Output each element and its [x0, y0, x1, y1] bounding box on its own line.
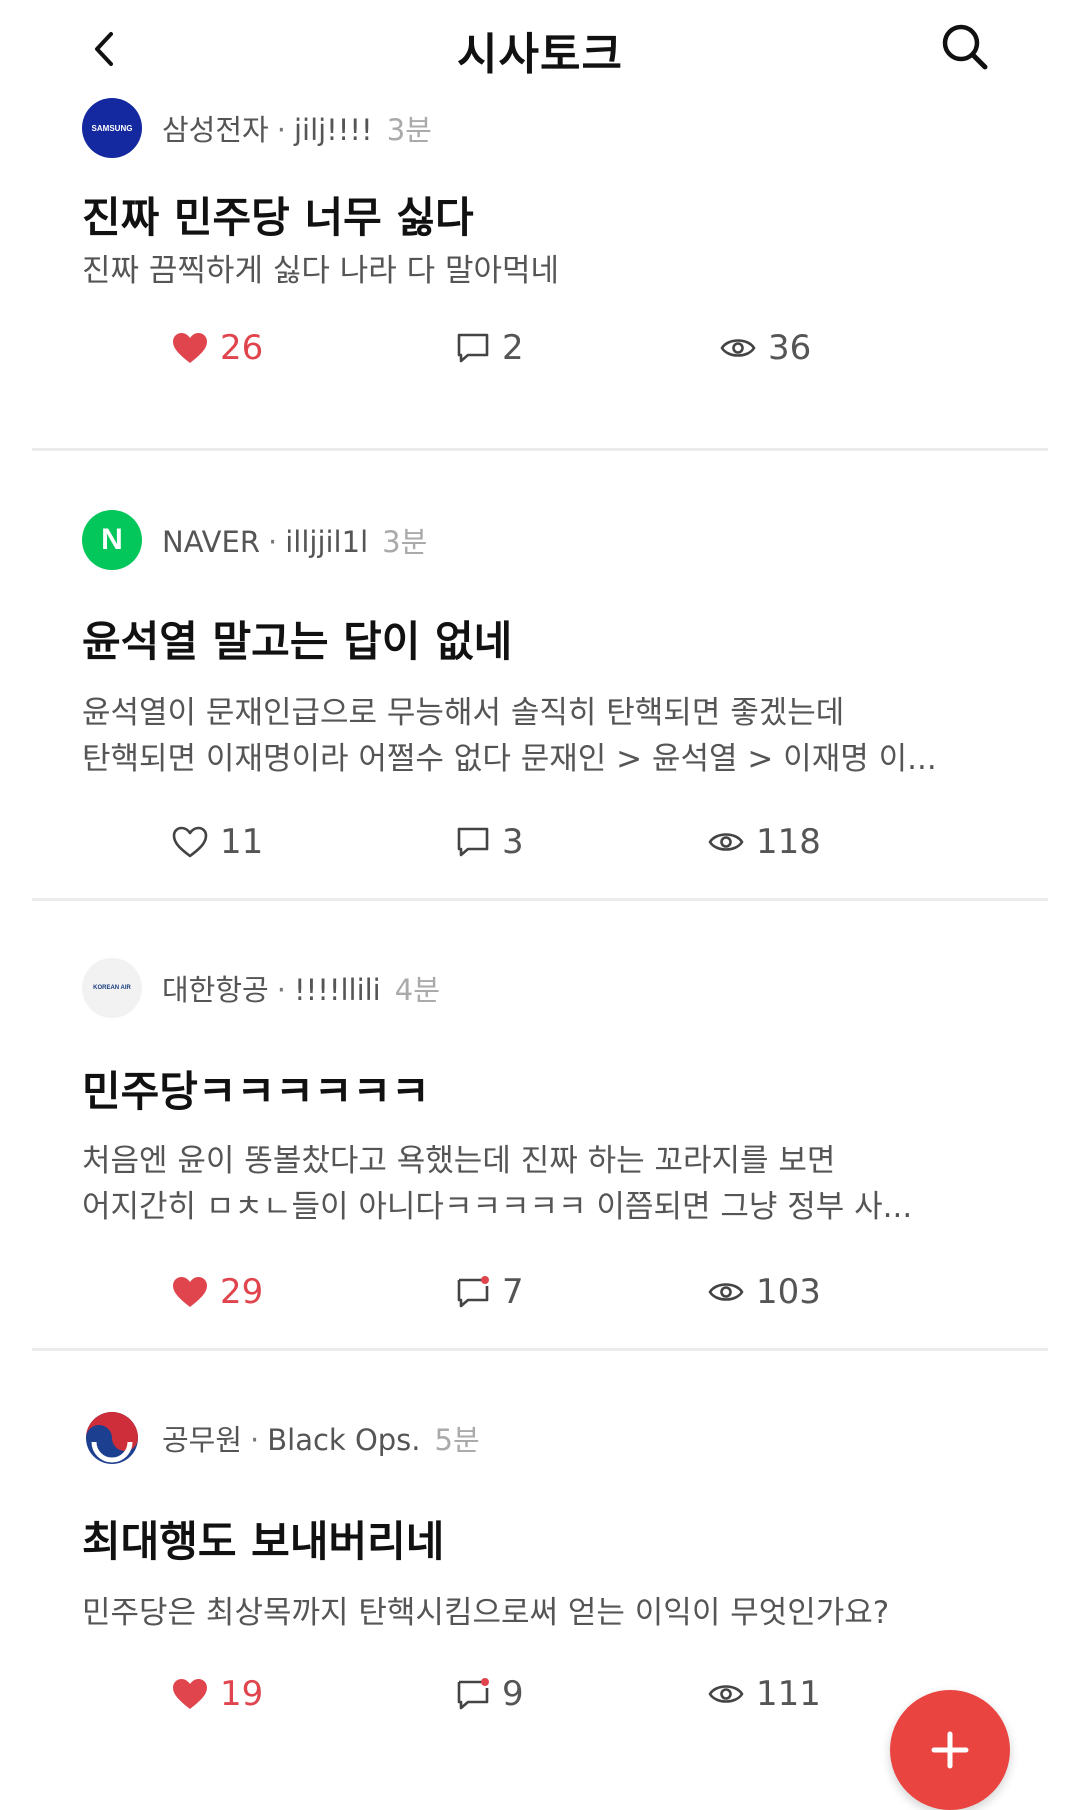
- search-icon: [942, 24, 988, 70]
- post-divider: [32, 448, 1048, 451]
- like-button[interactable]: 19: [172, 1672, 263, 1716]
- company-name: NAVER: [162, 525, 260, 559]
- comment-button[interactable]: 3: [456, 820, 524, 864]
- samsung-logo: SAMSUNG: [82, 98, 142, 158]
- post-meta: 공무원 · Black Ops. 5분: [82, 1408, 480, 1468]
- like-count: 11: [220, 822, 264, 862]
- comment-count: 2: [502, 328, 524, 368]
- post-card[interactable]: N NAVER · illjjil1l 3분 윤석열 말고는 답이 없네 윤석열이 문…: [32, 510, 1048, 890]
- view-count-stat: 111: [708, 1672, 821, 1716]
- author-name[interactable]: jilj!!!!: [294, 113, 373, 147]
- post-body[interactable]: 민주당은 최상목까지 탄핵시킴으로써 얻는 이익이 무엇인가요?: [82, 1590, 982, 1636]
- view-count-stat: 36: [720, 326, 811, 370]
- post-meta: SAMSUNG 삼성전자 · jilj!!!! 3분: [82, 98, 432, 158]
- post-card[interactable]: 공무원 · Black Ops. 5분 최대행도 보내버리네 민주당은 최상목까지 탄…: [32, 1408, 1048, 1771]
- comment-count: 7: [502, 1272, 524, 1312]
- comment-new-icon: [457, 1276, 489, 1308]
- author-name[interactable]: !!!!llili: [294, 973, 381, 1007]
- naver-logo: N: [82, 510, 142, 570]
- view-count: 118: [756, 822, 821, 862]
- eye-icon: [708, 1283, 744, 1301]
- like-button[interactable]: 29: [172, 1270, 263, 1314]
- like-button[interactable]: 26: [172, 326, 263, 370]
- view-count: 111: [756, 1674, 821, 1714]
- korea-government-logo: [82, 1408, 142, 1468]
- heart-outline-icon: [172, 826, 208, 858]
- company-name: 공무원: [162, 1423, 243, 1457]
- korean-air-logo: KOREAN AIR: [82, 958, 142, 1018]
- comment-icon: [457, 827, 489, 857]
- post-body[interactable]: 처음엔 윤이 똥볼찼다고 욕했는데 진짜 하는 꼬라지를 보면 어지간히 ㅁㅊㄴ…: [82, 1138, 982, 1230]
- like-count: 29: [220, 1272, 264, 1312]
- heart-icon: [173, 1277, 207, 1307]
- post-time: 5분: [434, 1423, 480, 1457]
- post-title[interactable]: 윤석열 말고는 답이 없네: [82, 608, 512, 669]
- author-name[interactable]: Black Ops.: [267, 1423, 420, 1457]
- post-meta: KOREAN AIR 대한항공 · !!!!llili 4분: [82, 958, 440, 1018]
- like-count: 19: [220, 1674, 264, 1714]
- plus-icon: [931, 1731, 969, 1769]
- comment-button[interactable]: 9: [456, 1672, 524, 1716]
- write-post-button[interactable]: [890, 1690, 1010, 1810]
- eye-icon: [720, 339, 756, 357]
- post-time: 3분: [386, 113, 432, 147]
- heart-icon: [173, 333, 207, 363]
- post-divider: [32, 898, 1048, 901]
- post-card[interactable]: KOREAN AIR 대한항공 · !!!!llili 4분 민주당ㅋㅋㅋㅋㅋㅋ 처음…: [32, 958, 1048, 1338]
- company-name: 대한항공: [162, 973, 269, 1007]
- taegeuk-icon: [86, 1412, 138, 1464]
- post-meta: N NAVER · illjjil1l 3분: [82, 510, 427, 570]
- like-button[interactable]: 11: [172, 820, 263, 864]
- comment-new-icon: [457, 1678, 489, 1710]
- post-body[interactable]: 진짜 끔찍하게 싫다 나라 다 말아먹네: [82, 248, 982, 294]
- view-count: 36: [768, 328, 812, 368]
- post-card[interactable]: SAMSUNG 삼성전자 · jilj!!!! 3분 진짜 민주당 너무 싫다 진짜 …: [32, 98, 1048, 438]
- eye-icon: [708, 833, 744, 851]
- post-title[interactable]: 민주당ㅋㅋㅋㅋㅋㅋ: [82, 1058, 430, 1119]
- view-count: 103: [756, 1272, 821, 1312]
- view-count-stat: 118: [708, 820, 821, 864]
- comment-icon: [457, 333, 489, 363]
- comment-button[interactable]: 7: [456, 1270, 524, 1314]
- comment-count: 9: [502, 1674, 524, 1714]
- view-count-stat: 103: [708, 1270, 821, 1314]
- company-name: 삼성전자: [162, 113, 269, 147]
- comment-button[interactable]: 2: [456, 326, 524, 370]
- post-time: 4분: [394, 973, 440, 1007]
- post-body[interactable]: 윤석열이 문재인급으로 무능해서 솔직히 탄핵되면 좋겠는데 탄핵되면 이재명이…: [82, 690, 982, 782]
- search-button[interactable]: [930, 14, 1000, 84]
- author-name[interactable]: illjjil1l: [285, 525, 368, 559]
- post-time: 3분: [382, 525, 428, 559]
- app-header: 시사토크: [0, 0, 1080, 100]
- like-count: 26: [220, 328, 264, 368]
- eye-icon: [708, 1685, 744, 1703]
- comment-count: 3: [502, 822, 524, 862]
- post-title[interactable]: 최대행도 보내버리네: [82, 1508, 444, 1569]
- page-title: 시사토크: [457, 29, 623, 80]
- post-divider: [32, 1348, 1048, 1351]
- heart-icon: [173, 1679, 207, 1709]
- post-title[interactable]: 진짜 민주당 너무 싫다: [82, 184, 474, 245]
